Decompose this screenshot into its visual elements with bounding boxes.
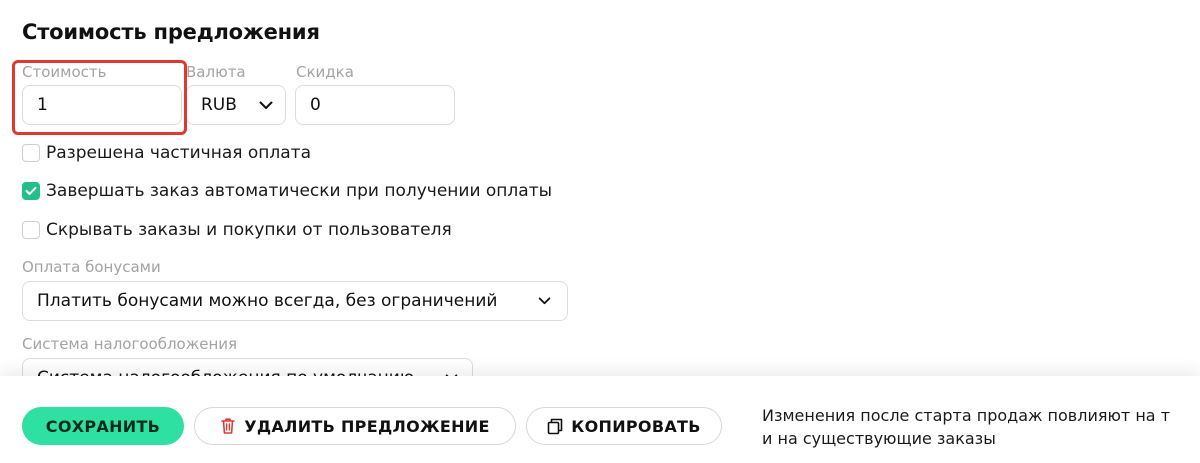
trash-icon [220,417,236,435]
bonus-select[interactable]: Платить бонусами можно всегда, без огран… [22,281,568,321]
discount-input[interactable]: 0 [295,85,455,125]
copy-button[interactable]: КОПИРОВАТЬ [526,407,722,445]
checkbox-hide-orders[interactable] [22,221,40,239]
discount-label: Скидка [296,63,354,81]
tax-label: Система налогообложения [22,335,238,353]
changes-notice: Изменения после старта продаж повлияют н… [762,404,1170,450]
chevron-down-icon [259,86,273,124]
option-label: Разрешена частичная оплата [46,143,311,163]
changes-notice-line-2: и на существующие заказы [762,429,996,448]
copy-icon [547,418,563,435]
delete-offer-button[interactable]: УДАЛИТЬ ПРЕДЛОЖЕНИЕ [194,407,516,445]
save-button[interactable]: СОХРАНИТЬ [22,407,184,445]
bonus-value: Платить бонусами можно всегда, без огран… [37,291,498,311]
option-partial-payment[interactable]: Разрешена частичная оплата [22,143,311,163]
copy-label: КОПИРОВАТЬ [571,416,701,436]
check-icon [25,186,37,195]
option-label: Скрывать заказы и покупки от пользовател… [46,220,452,240]
delete-offer-label: УДАЛИТЬ ПРЕДЛОЖЕНИЕ [244,416,490,436]
currency-value: RUB [201,95,237,115]
option-label: Завершать заказ автоматически при получе… [46,181,553,201]
checkbox-auto-complete[interactable] [22,182,40,200]
option-auto-complete[interactable]: Завершать заказ автоматически при получе… [22,181,552,201]
section-title: Стоимость предложения [22,20,320,44]
cost-field-highlight [12,60,187,135]
chevron-down-icon [538,282,551,320]
checkbox-partial-payment[interactable] [22,144,40,162]
currency-label: Валюта [186,63,246,81]
option-hide-orders[interactable]: Скрывать заказы и покупки от пользовател… [22,220,452,240]
currency-select[interactable]: RUB [186,85,286,125]
changes-notice-line-1: Изменения после старта продаж повлияют н… [762,406,1171,425]
bonus-label: Оплата бонусами [22,258,161,276]
